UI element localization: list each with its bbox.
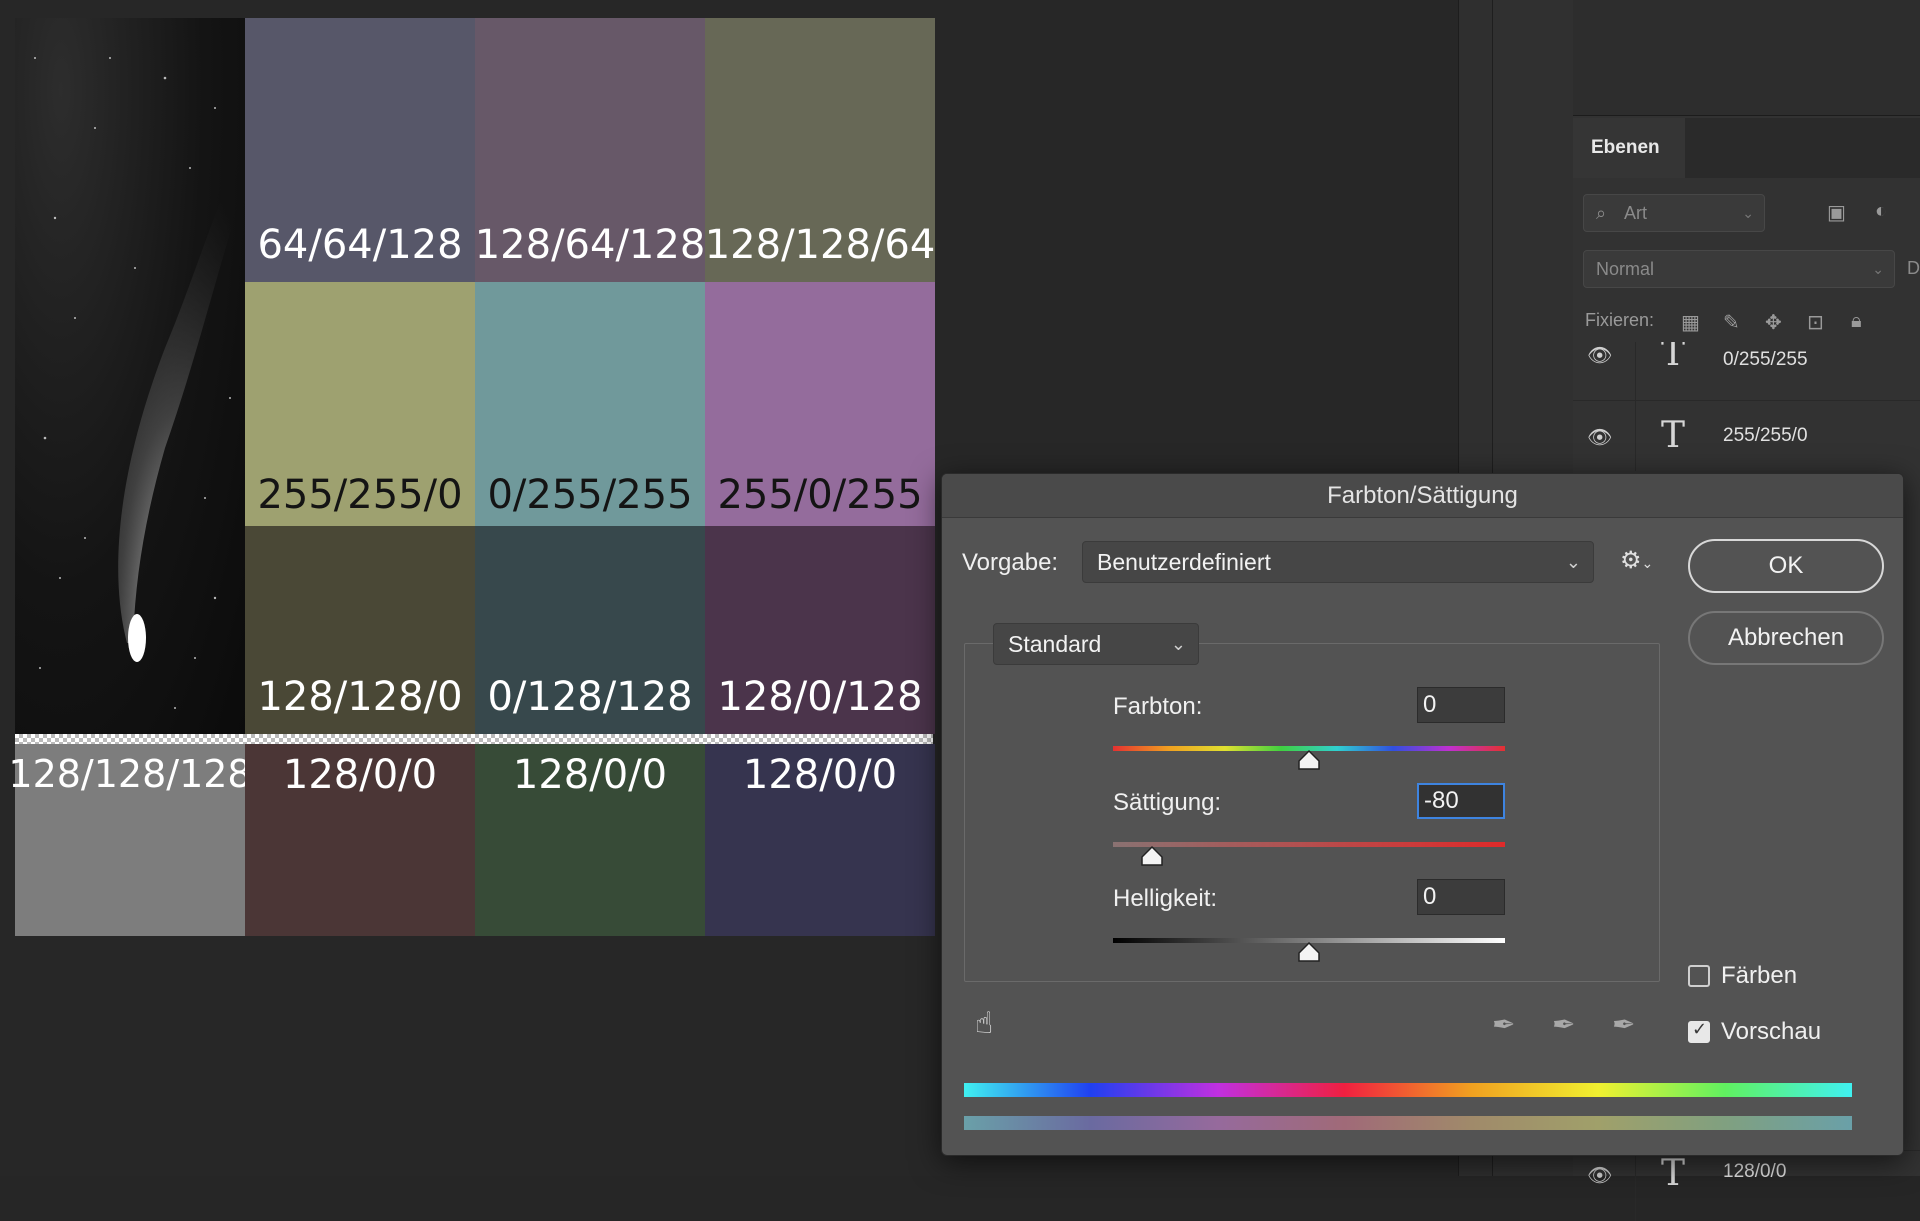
preset-select[interactable]: Benutzerdefiniert ⌄ [1082,541,1594,583]
preset-value: Benutzerdefiniert [1097,549,1271,575]
text-layer-icon: T [1661,1153,1686,1194]
eyedropper-icon[interactable]: ✒︎ [1492,1008,1515,1041]
swatch-label: 128/0/0 [742,752,898,798]
upper-panel [1573,0,1920,116]
comet-photo [15,18,245,734]
layer-name: 0/255/255 [1723,349,1808,370]
channel-value: Standard [1008,631,1102,657]
opacity-label: D [1907,258,1920,278]
layers-tab-bar: Ebenen [1573,118,1920,178]
swatch-label: 255/0/255 [717,472,923,518]
layer-row[interactable]: 👁︎ T 255/255/0 [1573,400,1920,471]
visibility-eye-icon[interactable]: 👁︎ [1587,425,1612,450]
gear-icon[interactable]: ⚙⌄ [1620,546,1653,575]
saturation-label: Sättigung: [1113,789,1222,816]
saturation-input[interactable]: -80 [1417,783,1505,819]
color-swatch-tile: 255/255/0 [245,282,475,526]
ok-button[interactable]: OK [1688,539,1884,593]
color-swatch-tile: 128/128/64 [705,18,935,282]
output-color-bar [964,1116,1852,1130]
lock-image-pixels-icon[interactable]: ✎ [1723,310,1740,335]
lightness-label: Helligkeit: [1113,885,1218,912]
preset-label: Vorgabe: [962,549,1059,576]
preview-label: Vorschau [1721,1018,1822,1045]
transparency-strip [15,734,933,744]
saturation-slider-track[interactable] [1113,842,1505,847]
hue-saturation-dialog: Farbton/Sättigung Vorgabe: Benutzerdefin… [941,473,1904,1156]
cancel-button[interactable]: Abbrechen [1688,611,1884,665]
hue-input[interactable]: 0 [1417,687,1505,723]
visibility-eye-icon[interactable]: 👁︎ [1587,343,1612,368]
swatch-label: 64/64/128 [257,222,463,268]
channel-select[interactable]: Standard ⌄ [993,623,1199,665]
subtract-from-sample-eyedropper-icon[interactable]: ✒︎ [1612,1008,1635,1041]
adjustment-filter-icon[interactable]: ◐ [1875,200,1887,223]
swatch-label: 255/255/0 [257,472,463,518]
targeted-adjustment-hand-icon[interactable]: ☝︎ [975,1006,993,1041]
add-to-sample-eyedropper-icon[interactable]: ✒︎ [1552,1008,1575,1041]
layer-row[interactable]: 👁︎ T 128/0/0 [1573,1150,1920,1221]
color-swatch-tile: 0/128/128 [475,526,705,734]
document-canvas[interactable]: 64/64/128 128/64/128 128/128/64 255/255/0 0/… [8,18,935,936]
chevron-down-icon: ⌄ [1565,552,1581,572]
color-swatch-tile: 0/255/255 [475,282,705,526]
swatch-label: 128/128/128 [8,752,252,796]
text-layer-icon: T [1661,333,1686,374]
swatch-label: 128/64/128 [474,222,706,268]
image-filter-icon[interactable]: ▣ [1827,200,1846,225]
input-color-bar [964,1083,1852,1097]
lock-all-icon[interactable]: 🔒︎ [1851,310,1862,333]
color-swatch-tile: 128/0/0 [475,744,705,936]
layer-name: 255/255/0 [1723,425,1808,446]
color-swatch-tile: 255/0/255 [705,282,935,526]
swatch-label: 0/255/255 [487,472,693,518]
search-icon: ⌕ [1596,203,1607,223]
chevron-down-icon: ⌄ [1742,205,1754,221]
color-swatch-tile: 128/128/0 [245,526,475,734]
layer-filter-select[interactable]: ⌕ Art ⌄ [1583,194,1765,232]
swatch-label: 0/128/128 [487,674,693,720]
lock-label: Fixieren: [1585,310,1655,330]
chevron-down-icon: ⌄ [1872,261,1884,277]
chevron-down-icon: ⌄ [1170,634,1186,654]
swatch-label: 128/128/0 [257,674,463,720]
dialog-title: Farbton/Sättigung [942,474,1903,518]
color-swatch-tile: 128/0/128 [705,526,935,734]
tab-layers[interactable]: Ebenen [1573,118,1685,178]
colorize-label: Färben [1721,962,1798,989]
text-layer-icon: T [1661,415,1686,456]
swatch-label: 128/0/128 [717,674,923,720]
lock-artboard-icon[interactable]: ⊡ [1807,310,1824,335]
hue-label: Farbton: [1113,693,1203,720]
filter-label: Art [1624,203,1648,223]
lock-transparent-pixels-icon[interactable]: ▦ [1681,310,1700,335]
color-swatch-tile: 64/64/128 [245,18,475,282]
lock-position-icon[interactable]: ✥ [1765,310,1782,335]
layer-name: 128/0/0 [1723,1161,1787,1182]
lightness-input[interactable]: 0 [1417,879,1505,915]
blend-mode-value: Normal [1596,259,1655,279]
color-swatch-tile: 128/0/0 [705,744,935,936]
color-swatch-tile: 128/0/0 [245,744,475,936]
preview-checkbox[interactable] [1688,1019,1710,1043]
layer-row[interactable]: 👁︎ T 0/255/255 [1573,333,1920,401]
colorize-checkbox[interactable] [1688,965,1710,987]
color-swatch-tile: 128/128/128 [8,744,252,936]
swatch-label: 128/0/0 [282,752,438,798]
swatch-label: 128/0/0 [512,752,668,798]
adjustment-group [964,643,1660,982]
swatch-label: 128/128/64 [704,222,936,268]
blend-mode-select[interactable]: Normal ⌄ [1583,250,1895,288]
color-swatch-tile: 128/64/128 [475,18,705,282]
